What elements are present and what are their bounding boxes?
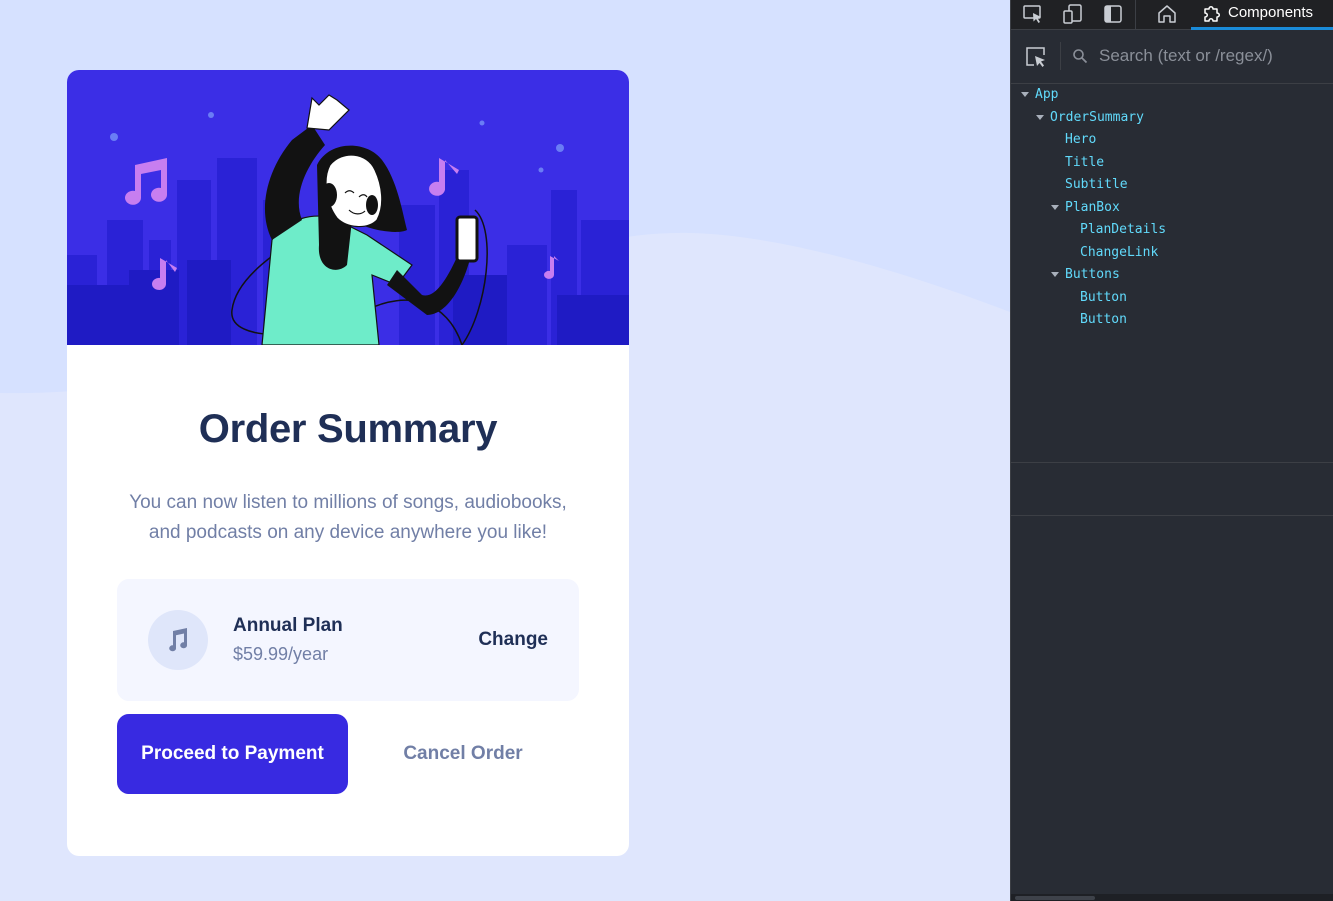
scrollbar-thumb[interactable]: [1015, 896, 1095, 900]
plan-name: Annual Plan: [233, 615, 343, 636]
react-devtools-panel: Components App OrderSummary Hero Title S…: [1010, 0, 1333, 901]
tab-components[interactable]: Components: [1191, 0, 1333, 30]
components-puzzle-icon: [1204, 6, 1220, 22]
tree-node-label: App: [1035, 87, 1059, 102]
tree-node-buttons[interactable]: Buttons: [1051, 264, 1120, 286]
plan-price: $59.99/year: [233, 644, 329, 664]
horizontal-scrollbar[interactable]: [1011, 894, 1333, 901]
tree-node-ordersummary[interactable]: OrderSummary: [1036, 107, 1144, 129]
search-separator: [1060, 42, 1061, 70]
toolbar-separator: [1135, 0, 1136, 30]
home-icon: [1158, 5, 1176, 23]
tree-node-label: ChangeLink: [1080, 245, 1159, 260]
tree-node-label: OrderSummary: [1050, 110, 1144, 125]
plan-icon-circle: [148, 610, 208, 670]
tree-node-label: Hero: [1065, 132, 1097, 147]
tree-node-label: Title: [1065, 155, 1105, 170]
tree-node-changelink[interactable]: ChangeLink: [1080, 242, 1158, 264]
tree-node-label: PlanDetails: [1080, 222, 1167, 237]
tree-node-title[interactable]: Title: [1065, 152, 1104, 174]
tree-node-label: Buttons: [1065, 267, 1120, 282]
toggle-sidebar-button[interactable]: [1099, 2, 1127, 26]
component-search-input[interactable]: [1099, 42, 1324, 70]
app-viewport: Order Summary You can now listen to mill…: [0, 0, 1010, 901]
order-summary-card: Order Summary You can now listen to mill…: [67, 70, 629, 856]
tab-components-label: Components: [1228, 4, 1314, 21]
tree-node-button[interactable]: Button: [1080, 287, 1127, 309]
panel-divider: [1011, 515, 1333, 516]
expand-caret-icon[interactable]: [1036, 115, 1044, 120]
hero-illustration: [67, 70, 629, 345]
inspect-element-button[interactable]: [1019, 2, 1047, 26]
tree-node-plandetails[interactable]: PlanDetails: [1080, 219, 1166, 241]
panel-divider: [1011, 462, 1333, 463]
change-plan-link[interactable]: Change: [478, 629, 548, 651]
tree-node-app[interactable]: App: [1021, 84, 1058, 106]
select-element-button[interactable]: [1025, 46, 1049, 70]
toggle-sidebar-icon: [1104, 5, 1122, 23]
device-toolbar-icon: [1063, 4, 1082, 24]
devtools-searchbar: [1011, 30, 1333, 84]
tree-node-label: Subtitle: [1065, 177, 1128, 192]
plan-box: Annual Plan $59.99/year Change: [117, 579, 579, 701]
search-icon: [1073, 49, 1088, 64]
tree-node-button[interactable]: Button: [1080, 309, 1127, 331]
cancel-order-button[interactable]: Cancel Order: [369, 714, 557, 794]
tree-node-hero[interactable]: Hero: [1065, 129, 1096, 151]
tree-node-label: Button: [1080, 290, 1127, 305]
expand-caret-icon[interactable]: [1051, 272, 1059, 277]
tree-node-planbox[interactable]: PlanBox: [1051, 197, 1120, 219]
subtitle-text: You can now listen to millions of songs,…: [129, 492, 567, 543]
select-element-icon: [1026, 47, 1045, 67]
tree-node-label: Button: [1080, 312, 1127, 327]
devtools-toolbar: Components: [1011, 0, 1333, 30]
tree-node-label: PlanBox: [1065, 200, 1120, 215]
device-toolbar-button[interactable]: [1059, 2, 1087, 26]
tree-node-subtitle[interactable]: Subtitle: [1065, 174, 1128, 196]
expand-caret-icon[interactable]: [1021, 92, 1029, 97]
proceed-to-payment-button[interactable]: Proceed to Payment: [117, 714, 348, 794]
home-tab-button[interactable]: [1153, 2, 1181, 26]
expand-caret-icon[interactable]: [1051, 205, 1059, 210]
inspect-element-icon: [1023, 5, 1041, 23]
page-title: Order Summary: [198, 407, 498, 451]
music-note-icon: [169, 628, 188, 652]
